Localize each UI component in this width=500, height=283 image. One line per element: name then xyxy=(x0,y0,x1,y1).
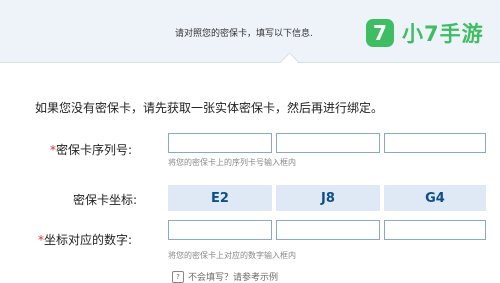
header-bar: 请对照您的密保卡，填写以下信息. 7 小7手游 xyxy=(0,0,500,71)
coordinate-cell: J8 xyxy=(276,185,380,211)
logo-text: 小7手游 xyxy=(402,22,484,46)
digits-label-text: 坐标对应的数字: xyxy=(44,233,133,247)
coordinate-cell: G4 xyxy=(384,185,486,211)
coordinates-label: 密保卡坐标: xyxy=(73,193,138,207)
digit-input-3[interactable] xyxy=(384,220,486,240)
digits-label: *坐标对应的数字: xyxy=(38,231,132,248)
serial-label: *密保卡序列号: xyxy=(50,141,132,158)
serial-input-1[interactable] xyxy=(168,133,272,153)
help-link-text: 不会填写？请参考示例 xyxy=(188,273,279,283)
digit-input-2[interactable] xyxy=(276,220,380,240)
logo: 7 小7手游 xyxy=(366,15,484,51)
serial-input-3[interactable] xyxy=(384,133,486,153)
serial-input-2[interactable] xyxy=(276,133,380,153)
serial-hint: 将您的密保卡上的序列卡号输入框内 xyxy=(168,158,296,167)
header-pointer xyxy=(280,52,299,71)
intro-text: 如果您没有密保卡，请先获取一张实体密保卡，然后再进行绑定。 xyxy=(35,101,384,115)
digit-input-1[interactable] xyxy=(168,220,272,240)
header-notice: 请对照您的密保卡，填写以下信息. xyxy=(175,29,313,39)
7-logo-icon: 7 xyxy=(366,19,394,47)
digits-hint: 将您的密保卡上对应的数字输入框内 xyxy=(168,251,296,260)
coordinate-cell: E2 xyxy=(168,185,272,211)
serial-label-text: 密保卡序列号: xyxy=(56,143,133,157)
help-link[interactable]: ? 不会填写？请参考示例 xyxy=(172,270,278,283)
